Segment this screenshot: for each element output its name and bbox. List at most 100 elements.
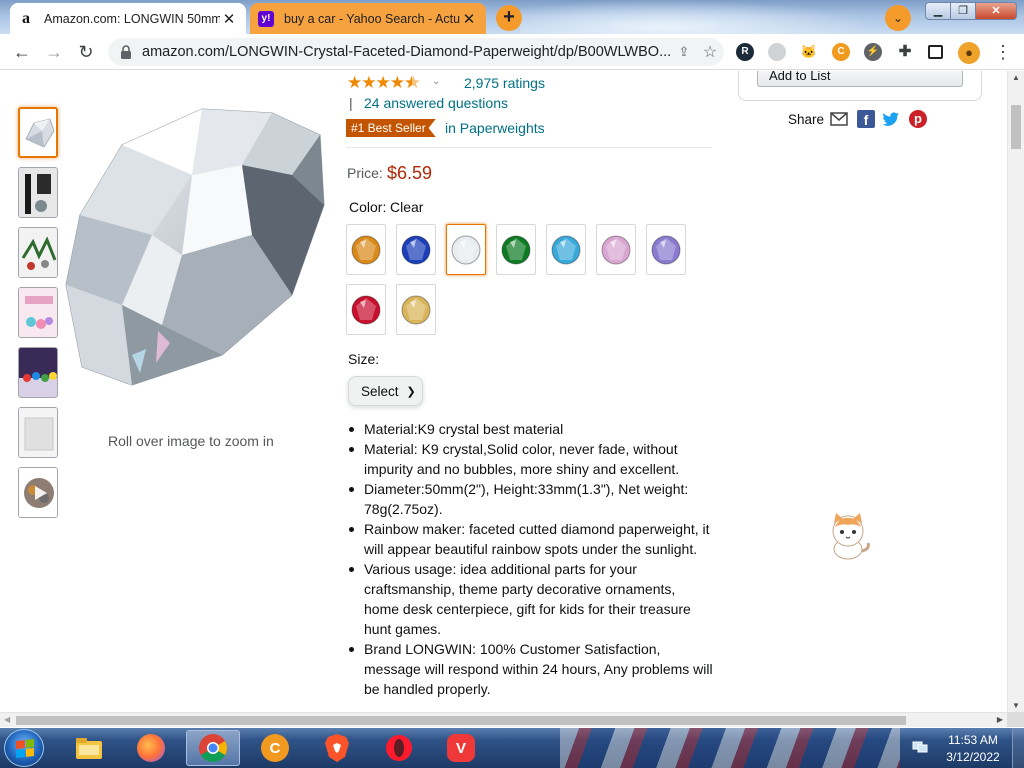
vertical-scroll-thumb[interactable]	[1011, 105, 1021, 149]
scroll-left-icon[interactable]: ◀	[4, 715, 10, 724]
color-swatch-red[interactable]	[346, 284, 386, 335]
tab-search-button[interactable]: ⌄	[885, 5, 911, 31]
thumbnail-6[interactable]	[18, 407, 58, 458]
thumbnail-video[interactable]	[18, 467, 58, 518]
new-tab-button[interactable]: +	[496, 5, 522, 31]
thumbnail-image	[19, 348, 57, 397]
zoom-hint: Roll over image to zoom in	[108, 433, 274, 449]
thumbnail-3[interactable]	[18, 227, 58, 278]
taskbar-vivaldi[interactable]: V	[434, 730, 488, 766]
tab-yahoo[interactable]: y! buy a car - Yahoo Search - Actual ✕	[250, 3, 486, 34]
c-extension-icon[interactable]: C	[832, 43, 850, 61]
separator: |	[349, 95, 353, 111]
gem-icon	[351, 295, 381, 324]
share-label: Share	[788, 112, 825, 127]
taskbar-c-app[interactable]: C	[248, 730, 302, 766]
gem-icon	[601, 235, 631, 264]
feature-bullet: Diameter:50mm(2"), Height:33mm(1.3"), Ne…	[346, 479, 714, 519]
clock-time[interactable]: 11:53 AM	[940, 733, 1006, 747]
show-desktop-button[interactable]	[1012, 728, 1024, 768]
brave-icon	[325, 734, 349, 762]
thumbnail-1[interactable]	[18, 107, 58, 158]
back-arrow-icon[interactable]: ←	[10, 40, 34, 64]
cat-mascot-icon[interactable]	[826, 511, 872, 561]
size-dropdown[interactable]: Select ❯	[348, 376, 423, 406]
gem-icon	[451, 235, 481, 264]
color-swatch-blue[interactable]	[396, 224, 436, 275]
star-rating[interactable]: ★★★★★★	[347, 73, 420, 93]
tab-amazon[interactable]: a Amazon.com: LONGWIN 50mm ( ✕	[10, 3, 246, 34]
thumbnail-image	[19, 228, 57, 277]
share-page-icon[interactable]: ⇪	[672, 44, 696, 60]
pinterest-icon[interactable]: p	[909, 110, 927, 128]
main-product-image[interactable]	[62, 105, 326, 387]
window-background	[520, 0, 880, 34]
url-text[interactable]: amazon.com/LONGWIN-Crystal-Faceted-Diamo…	[142, 44, 672, 60]
facebook-icon[interactable]: f	[857, 110, 875, 128]
horizontal-scrollbar[interactable]: ◀ ▶	[0, 712, 1007, 727]
color-label: Color:	[349, 199, 387, 215]
color-swatch-champagne[interactable]	[396, 284, 436, 335]
scroll-down-icon[interactable]: ▼	[1012, 701, 1020, 710]
taskbar-chrome[interactable]	[186, 730, 240, 766]
thumbnail-2[interactable]	[18, 167, 58, 218]
color-swatch-pink[interactable]	[596, 224, 636, 275]
color-swatch-amber[interactable]	[346, 224, 386, 275]
best-seller-category-link[interactable]: in Paperweights	[445, 120, 545, 136]
gem-icon	[351, 235, 381, 264]
address-bar[interactable]: amazon.com/LONGWIN-Crystal-Faceted-Diamo…	[108, 38, 724, 66]
explorer-icon	[76, 738, 102, 759]
cat-extension-icon[interactable]: 🐱	[800, 43, 818, 61]
video-thumbnail-image	[19, 468, 57, 517]
thumbnail-image	[25, 118, 55, 148]
close-tab-icon[interactable]: ✕	[460, 10, 478, 28]
taskbar-opera[interactable]	[372, 730, 426, 766]
divider	[346, 147, 712, 148]
taskbar-explorer[interactable]	[62, 730, 116, 766]
thumbnail-4[interactable]	[18, 287, 58, 338]
sidebar-icon[interactable]	[928, 45, 943, 59]
reload-icon[interactable]: ↻	[74, 40, 98, 64]
thumbnail-5[interactable]	[18, 347, 58, 398]
tab-title: buy a car - Yahoo Search - Actual	[284, 11, 460, 26]
taskbar-firefox[interactable]	[124, 730, 178, 766]
maximize-button[interactable]: ❐	[950, 2, 976, 20]
color-swatch-aqua[interactable]	[546, 224, 586, 275]
bolt-extension-icon[interactable]: ⚡	[864, 43, 882, 61]
color-swatch-clear[interactable]	[446, 224, 486, 275]
r-extension-icon[interactable]: R	[736, 43, 754, 61]
close-window-button[interactable]: ✕	[975, 2, 1017, 20]
answered-questions-link[interactable]: 24 answered questions	[364, 95, 508, 111]
color-value: Clear	[390, 199, 424, 215]
puzzle-icon[interactable]: ✚	[896, 43, 914, 61]
network-icon[interactable]	[912, 740, 928, 754]
browser-toolbar: ← → ↻ amazon.com/LONGWIN-Crystal-Faceted…	[0, 34, 1024, 70]
menu-kebab-icon[interactable]: ⋮	[994, 41, 1012, 63]
close-tab-icon[interactable]: ✕	[220, 10, 238, 28]
profile-avatar[interactable]: ●	[958, 42, 980, 64]
circle-extension-icon[interactable]	[768, 43, 786, 61]
lock-icon[interactable]	[120, 45, 132, 59]
mail-icon[interactable]	[830, 110, 848, 128]
forward-arrow-icon[interactable]: →	[42, 40, 66, 64]
clock-date[interactable]: 3/12/2022	[940, 750, 1006, 764]
price-value: $6.59	[387, 163, 433, 183]
minimize-button[interactable]: ▁	[925, 2, 951, 20]
vertical-scrollbar[interactable]: ▲ ▼	[1007, 71, 1024, 712]
color-swatch-green[interactable]	[496, 224, 536, 275]
browser-titlebar: a Amazon.com: LONGWIN 50mm ( ✕ y! buy a …	[0, 0, 1024, 34]
scroll-right-icon[interactable]: ▶	[997, 715, 1003, 724]
best-seller-badge[interactable]: #1 Best Seller	[346, 119, 436, 137]
ratings-link[interactable]: 2,975 ratings	[464, 75, 545, 91]
c-app-icon: C	[261, 734, 289, 762]
bookmark-star-icon[interactable]: ☆	[696, 42, 724, 62]
gem-icon	[501, 235, 531, 264]
twitter-icon[interactable]	[882, 110, 900, 128]
horizontal-scroll-thumb[interactable]	[16, 716, 906, 725]
color-swatch-violet[interactable]	[646, 224, 686, 275]
add-to-list-button[interactable]: Add to List	[757, 71, 963, 87]
chevron-down-icon[interactable]: ⌄	[432, 76, 440, 87]
scroll-up-icon[interactable]: ▲	[1012, 73, 1020, 82]
taskbar-brave[interactable]	[310, 730, 364, 766]
start-button[interactable]	[4, 729, 44, 767]
